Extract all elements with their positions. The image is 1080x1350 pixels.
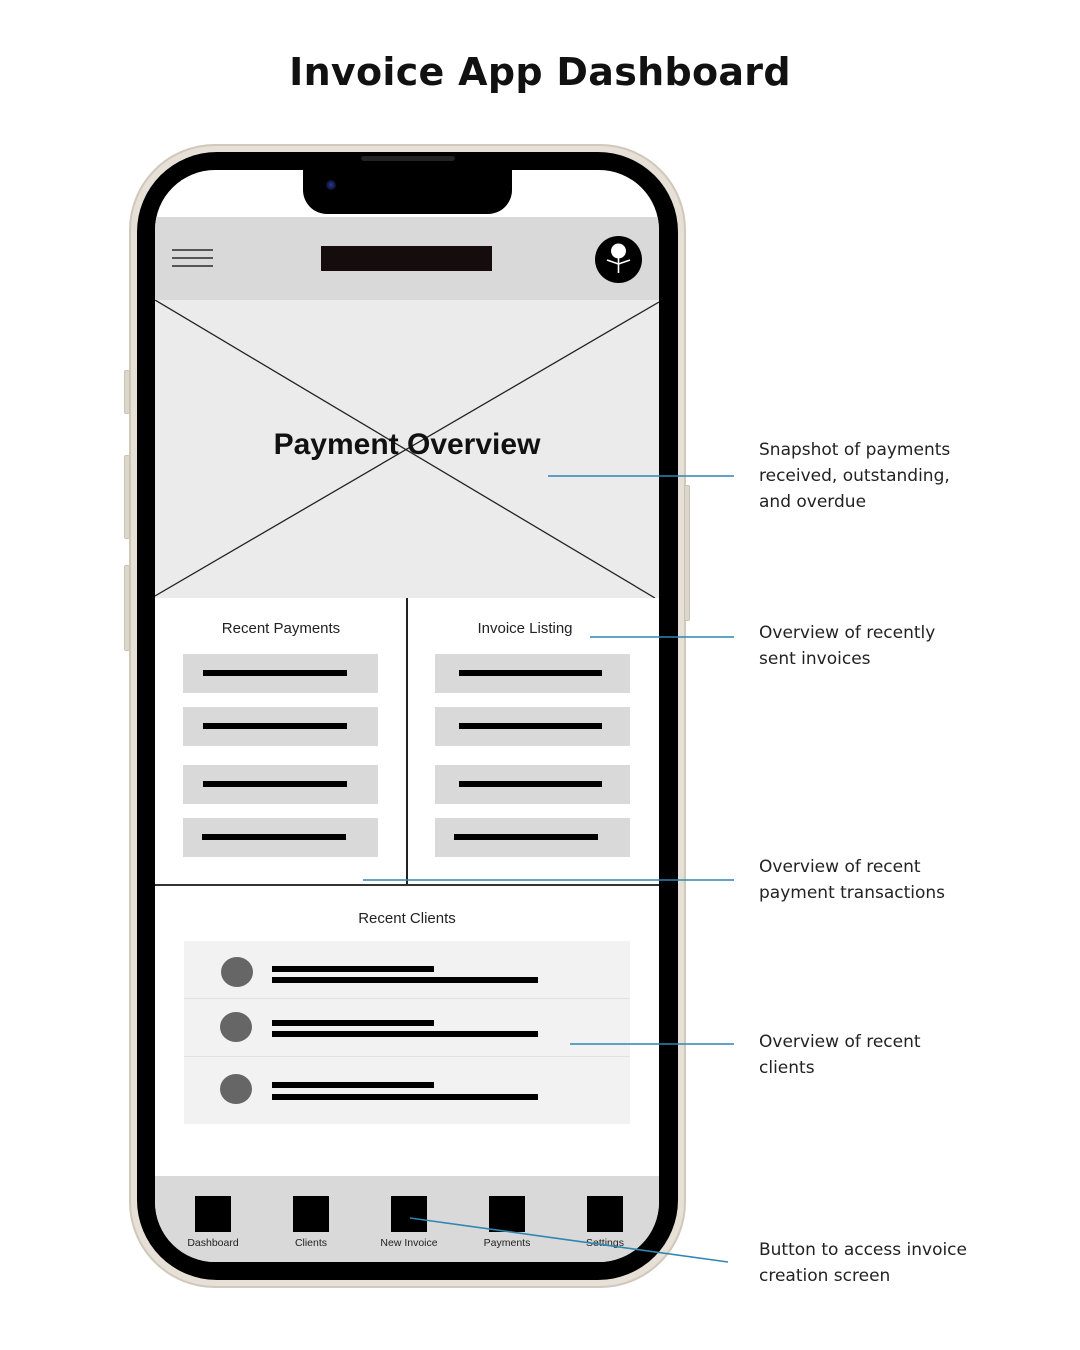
recent-clients-section: Recent Clients — [155, 886, 659, 1176]
payment-overview-panel[interactable]: Payment Overview — [155, 300, 659, 598]
client-list-item[interactable] — [184, 999, 630, 1057]
page-title: Invoice App Dashboard — [289, 50, 791, 94]
tab-label: Dashboard — [187, 1237, 239, 1249]
client-detail-placeholder — [272, 1094, 538, 1100]
column-divider — [406, 598, 408, 886]
recent-payments-title: Recent Payments — [221, 620, 341, 637]
tab-settings[interactable]: Settings — [565, 1176, 645, 1256]
tab-dashboard[interactable]: Dashboard — [173, 1176, 253, 1256]
app-title-placeholder — [321, 246, 492, 271]
annotation-line: Overview of recent — [759, 857, 921, 877]
annotation-line: and overdue — [759, 492, 867, 512]
client-name-placeholder — [272, 1082, 434, 1088]
client-name-placeholder — [272, 1020, 434, 1026]
annotation-line: Overview of recent — [759, 1032, 921, 1052]
annotation-invoice-listing: Overview of recently sent invoices — [759, 620, 1059, 672]
payments-icon — [489, 1196, 525, 1232]
dashboard-icon — [195, 1196, 231, 1232]
recent-payment-item[interactable] — [183, 818, 378, 857]
client-detail-placeholder — [272, 1031, 538, 1037]
bottom-tab-bar: Dashboard Clients New Invoice Payments S… — [155, 1176, 659, 1262]
app-header — [155, 217, 659, 300]
phone-volume-up — [124, 455, 130, 539]
hamburger-menu-icon[interactable] — [172, 249, 214, 267]
tab-clients[interactable]: Clients — [271, 1176, 351, 1256]
invoice-list-item[interactable] — [435, 654, 630, 693]
client-avatar — [220, 1012, 252, 1042]
annotation-new-invoice-button: Button to access invoice creation screen — [759, 1237, 1059, 1289]
camera-icon — [326, 180, 336, 190]
clients-icon — [293, 1196, 329, 1232]
tab-payments[interactable]: Payments — [467, 1176, 547, 1256]
recent-payment-item[interactable] — [183, 765, 378, 804]
annotation-line: sent invoices — [759, 649, 871, 669]
phone-volume-down — [124, 565, 130, 651]
recent-payment-item[interactable] — [183, 707, 378, 746]
annotation-line: creation screen — [759, 1266, 891, 1286]
annotation-line: payment transactions — [759, 883, 946, 903]
phone-silent-switch — [124, 370, 130, 414]
client-name-placeholder — [272, 966, 434, 972]
annotation-line: clients — [759, 1058, 815, 1078]
annotation-payment-overview: Snapshot of payments received, outstandi… — [759, 437, 1059, 515]
user-profile-icon[interactable] — [595, 236, 642, 283]
client-list-item[interactable] — [184, 1057, 630, 1124]
phone-screen: Payment Overview Recent Payments Invoice… — [155, 170, 659, 1262]
client-detail-placeholder — [272, 977, 538, 983]
phone-power-button — [684, 485, 690, 621]
tab-label: Clients — [294, 1237, 328, 1249]
client-list-item[interactable] — [184, 941, 630, 999]
payment-overview-label: Payment Overview — [273, 428, 541, 461]
client-avatar — [221, 957, 253, 987]
invoice-list-item[interactable] — [435, 707, 630, 746]
tab-new-invoice[interactable]: New Invoice — [369, 1176, 449, 1256]
invoice-list-item[interactable] — [435, 818, 630, 857]
annotation-line: Overview of recently — [759, 623, 936, 643]
client-avatar — [220, 1074, 252, 1104]
recent-clients-title: Recent Clients — [358, 910, 456, 927]
tab-label: New Invoice — [380, 1237, 438, 1249]
invoice-listing-title: Invoice Listing — [477, 620, 573, 637]
annotation-recent-payments: Overview of recent payment transactions — [759, 854, 1059, 906]
phone-speaker — [361, 156, 455, 161]
tab-label: Payments — [483, 1237, 531, 1249]
recent-payments-invoice-listing-section: Recent Payments Invoice Listing — [155, 598, 659, 886]
settings-icon — [587, 1196, 623, 1232]
annotation-recent-clients: Overview of recent clients — [759, 1029, 1059, 1081]
recent-payment-item[interactable] — [183, 654, 378, 693]
annotation-line: Button to access invoice — [759, 1240, 967, 1260]
annotation-line: Snapshot of payments — [759, 440, 951, 460]
invoice-list-item[interactable] — [435, 765, 630, 804]
annotation-line: received, outstanding, — [759, 466, 950, 486]
new-invoice-icon — [391, 1196, 427, 1232]
tab-label: Settings — [586, 1237, 624, 1249]
